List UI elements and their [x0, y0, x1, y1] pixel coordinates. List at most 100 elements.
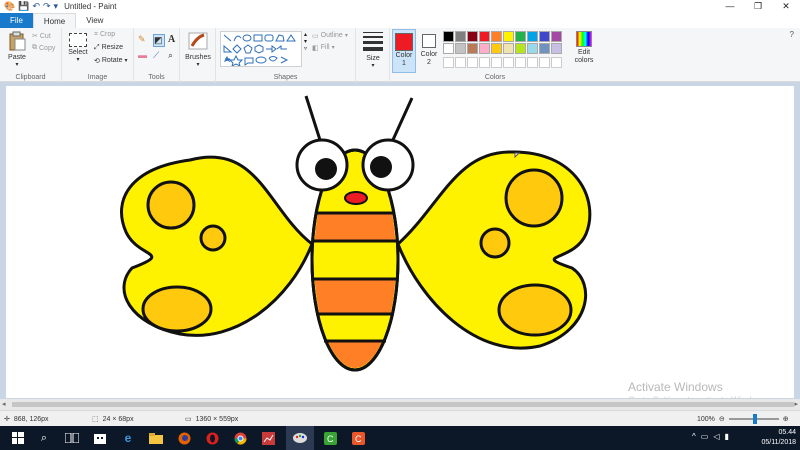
palette-swatch[interactable] [515, 31, 526, 42]
scrollbar-thumb[interactable] [12, 402, 794, 407]
close-button[interactable]: ✕ [772, 0, 800, 13]
zoom-out-icon[interactable]: ⊖ [719, 415, 725, 423]
status-bar: ✛ 868, 126px ⬚ 24 × 68px ▭ 1360 × 559px … [0, 410, 800, 426]
pencil-icon[interactable]: ✎ [138, 34, 150, 47]
task-view-icon[interactable] [58, 426, 86, 450]
color-palette [443, 31, 562, 54]
palette-swatch[interactable] [479, 43, 490, 54]
custom-color-slot[interactable] [443, 57, 454, 68]
palette-swatch[interactable] [539, 43, 550, 54]
custom-color-slot[interactable] [503, 57, 514, 68]
drawing-canvas[interactable] [6, 86, 794, 398]
shapes-scroll[interactable]: ▴ ▾ ▿ [304, 31, 307, 52]
redo-icon[interactable]: ↷ [43, 0, 51, 13]
shapes-gallery[interactable] [220, 31, 302, 67]
tab-file[interactable]: File [0, 13, 33, 28]
palette-swatch[interactable] [503, 43, 514, 54]
zoom-in-icon[interactable]: ⊕ [783, 415, 789, 423]
copy-button[interactable]: ⧉ Copy [32, 44, 55, 52]
eraser-icon[interactable]: ▬ [138, 50, 150, 61]
activate-windows-title: Activate Windows [628, 380, 723, 394]
camtasia-green-icon[interactable]: C [316, 426, 344, 450]
paint-app-icon: 🎨 [4, 1, 16, 11]
crop-button[interactable]: ⌗ Crop [94, 31, 115, 39]
paint-taskbar-icon[interactable] [286, 426, 314, 450]
edit-colors-button[interactable]: Edit colors [571, 31, 597, 65]
chart-app-icon[interactable] [254, 426, 282, 450]
palette-swatch[interactable] [467, 43, 478, 54]
start-button[interactable] [4, 426, 32, 450]
zoom-slider[interactable] [728, 414, 779, 424]
color-picker-icon[interactable]: ⟋ [153, 50, 165, 61]
custom-color-slot[interactable] [551, 57, 562, 68]
color2-button[interactable]: Color 2 [418, 29, 440, 73]
fill-dropdown[interactable]: ◧ Fill ▾ [312, 44, 335, 52]
horizontal-scrollbar[interactable]: ◂ ▸ [0, 399, 800, 410]
color1-button[interactable]: Color 1 [392, 29, 416, 73]
palette-swatch[interactable] [443, 43, 454, 54]
cut-button[interactable]: ✂ Cut [32, 32, 51, 41]
size-button[interactable]: Size ▾ [361, 32, 385, 69]
outline-dropdown[interactable]: ▭ Outline ▾ [312, 32, 348, 40]
network-icon[interactable]: ▭ [701, 432, 709, 441]
palette-swatch[interactable] [455, 31, 466, 42]
file-explorer-icon[interactable] [142, 426, 170, 450]
minimize-button[interactable]: — [716, 0, 744, 13]
palette-swatch[interactable] [539, 31, 550, 42]
custom-color-slot[interactable] [527, 57, 538, 68]
palette-swatch[interactable] [467, 31, 478, 42]
paste-icon [9, 31, 26, 51]
volume-icon[interactable]: ◁ [713, 432, 719, 441]
custom-color-slot[interactable] [491, 57, 502, 68]
palette-swatch[interactable] [491, 43, 502, 54]
save-icon[interactable]: 💾 [18, 0, 29, 13]
camtasia-orange-icon[interactable]: C [344, 426, 372, 450]
tab-view[interactable]: View [76, 13, 113, 28]
custom-color-slot[interactable] [515, 57, 526, 68]
rotate-button[interactable]: ⟲ Rotate ▾ [94, 57, 128, 65]
undo-icon[interactable]: ↶ [32, 0, 40, 13]
palette-swatch[interactable] [503, 31, 514, 42]
custom-color-slot[interactable] [479, 57, 490, 68]
image-size: ▭ 1360 × 559px [185, 415, 238, 424]
store-icon[interactable] [86, 426, 114, 450]
palette-swatch[interactable] [551, 43, 562, 54]
palette-swatch[interactable] [527, 31, 538, 42]
select-button[interactable]: Select ▾ [66, 31, 90, 63]
tab-home[interactable]: Home [32, 13, 77, 28]
palette-swatch[interactable] [455, 43, 466, 54]
brushes-button[interactable]: Brushes ▾ [184, 31, 212, 68]
palette-swatch[interactable] [515, 43, 526, 54]
help-icon[interactable]: ? [790, 30, 794, 39]
custom-color-slot[interactable] [467, 57, 478, 68]
scroll-left-icon[interactable]: ◂ [2, 400, 6, 408]
palette-swatch[interactable] [527, 43, 538, 54]
search-icon[interactable]: ⌕ [30, 426, 58, 450]
size-group: Size ▾ [356, 28, 390, 82]
fill-bucket-icon[interactable]: ◩ [153, 34, 165, 47]
rotate-label: Rotate [101, 57, 123, 64]
text-tool-icon[interactable]: A [168, 34, 180, 47]
maximize-button[interactable]: ❐ [744, 0, 772, 13]
palette-swatch[interactable] [551, 31, 562, 42]
resize-button[interactable]: ⤢ Resize [94, 44, 123, 52]
opera-icon[interactable] [198, 426, 226, 450]
select-rectangle-icon [69, 33, 87, 47]
tray-expand-icon[interactable]: ^ [692, 432, 696, 441]
paste-button[interactable]: Paste ▾ [5, 31, 29, 69]
chrome-icon[interactable] [226, 426, 254, 450]
custom-color-slot[interactable] [539, 57, 550, 68]
copy-icon: ⧉ [32, 44, 37, 51]
battery-icon[interactable]: ▮ [724, 432, 728, 441]
edge-browser-icon[interactable]: e [114, 426, 142, 450]
customize-quick-access-icon[interactable]: ▾ [54, 0, 59, 13]
palette-swatch[interactable] [443, 31, 454, 42]
magnifier-icon[interactable]: ⌕ [168, 50, 180, 61]
firefox-icon[interactable] [170, 426, 198, 450]
palette-swatch[interactable] [479, 31, 490, 42]
clock[interactable]: 05.44 05/11/2018 [761, 428, 796, 448]
scroll-right-icon[interactable]: ▸ [794, 400, 798, 408]
crosshair-icon: ✛ [4, 416, 10, 423]
palette-swatch[interactable] [491, 31, 502, 42]
custom-color-slot[interactable] [455, 57, 466, 68]
